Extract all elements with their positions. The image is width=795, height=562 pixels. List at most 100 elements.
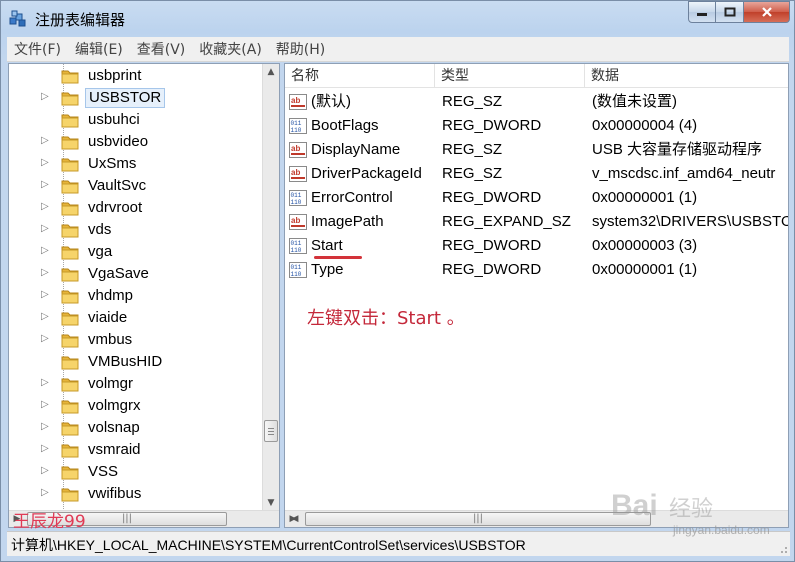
folder-icon <box>61 376 79 392</box>
tree-item[interactable]: ▷ USBSTOR <box>9 87 259 109</box>
tree-item-label: usbuhci <box>88 111 140 128</box>
expand-arrow-icon[interactable]: ▷ <box>41 399 49 410</box>
svg-text:011: 011 <box>291 240 302 247</box>
svg-text:011: 011 <box>291 192 302 199</box>
expand-arrow-icon[interactable]: ▷ <box>41 157 49 168</box>
tree-item[interactable]: ▷ vdrvroot <box>9 197 259 219</box>
value-row[interactable]: ab (默认) REG_SZ (数值未设置) <box>285 90 788 114</box>
svg-text:ab: ab <box>291 96 300 105</box>
expand-arrow-icon[interactable]: ▷ <box>41 201 49 212</box>
key-tree-pane[interactable]: usbprint ▷ USBSTOR usbuhci ▷ usbvideo ▷ UxSms ▷ V… <box>8 63 280 528</box>
baidu-watermark-url: jingyan.baidu.com <box>673 523 770 537</box>
minimize-button[interactable] <box>688 1 716 23</box>
scroll-up-arrow-icon[interactable]: ▲ <box>263 64 279 81</box>
tree-item[interactable]: ▷ UxSms <box>9 153 259 175</box>
expand-arrow-icon[interactable]: ▷ <box>41 289 49 300</box>
title-bar[interactable]: 注册表编辑器 <box>1 1 794 35</box>
folder-icon <box>61 90 79 106</box>
menu-favorites[interactable]: 收藏夹(A) <box>192 39 269 59</box>
tree-item-label: VMBusHID <box>88 353 163 370</box>
value-data: (数值未设置) <box>592 93 677 110</box>
folder-icon <box>61 288 79 304</box>
folder-icon <box>61 222 79 238</box>
scroll-right-arrow-icon[interactable]: ▶ <box>285 511 301 527</box>
expand-arrow-icon[interactable]: ▷ <box>41 465 49 476</box>
value-name: (默认) <box>311 93 351 110</box>
tree-item[interactable]: ▷ vhdmp <box>9 285 259 307</box>
tree-item[interactable]: ▷ vds <box>9 219 259 241</box>
tree-item[interactable]: ▷ volmgr <box>9 373 259 395</box>
value-list-pane[interactable]: 名称 类型 数据 ab (默认) REG_SZ (数值未设置) 011 110 BootFl… <box>284 63 789 528</box>
tree-item[interactable]: usbprint <box>9 65 259 87</box>
expand-arrow-icon[interactable]: ▷ <box>41 421 49 432</box>
value-name: BootFlags <box>311 117 379 134</box>
tree-item[interactable]: ▷ usbvideo <box>9 131 259 153</box>
tree-item[interactable]: usbuhci <box>9 109 259 131</box>
close-button[interactable] <box>744 1 790 23</box>
expand-arrow-icon[interactable]: ▷ <box>41 179 49 190</box>
tree-item-label: UxSms <box>88 155 137 172</box>
value-row[interactable]: 011 110 Type REG_DWORD 0x00000001 (1) <box>285 258 788 282</box>
expand-arrow-icon[interactable]: ▷ <box>41 443 49 454</box>
grip-line <box>268 428 274 429</box>
string-value-icon: ab <box>289 142 307 158</box>
value-name: ImagePath <box>311 213 384 230</box>
menu-file[interactable]: 文件(F) <box>7 39 68 59</box>
regedit-window: 注册表编辑器 文件(F) 编辑(E) 查看(V) 收藏夹(A) 帮助(H) us… <box>0 0 795 562</box>
list-horizontal-scroll-thumb[interactable]: ||| <box>305 512 651 526</box>
value-row[interactable]: ab DisplayName REG_SZ USB 大容量存储驱动程序 <box>285 138 788 162</box>
expand-arrow-icon[interactable]: ▷ <box>41 91 49 102</box>
tree-item[interactable]: ▷ vsmraid <box>9 439 259 461</box>
author-watermark: 王辰龙99 <box>13 512 86 532</box>
value-row[interactable]: 011 110 ErrorControl REG_DWORD 0x00000001 (1… <box>285 186 788 210</box>
tree-item-label: vmbus <box>88 331 133 348</box>
binary-value-icon: 011 110 <box>289 190 307 206</box>
expand-arrow-icon[interactable]: ▷ <box>41 223 49 234</box>
menu-edit[interactable]: 编辑(E) <box>68 39 130 59</box>
expand-arrow-icon[interactable]: ▷ <box>41 135 49 146</box>
tree-item[interactable]: VMBusHID <box>9 351 259 373</box>
menu-help[interactable]: 帮助(H) <box>269 39 332 59</box>
window-controls <box>688 1 790 23</box>
column-header-name[interactable]: 名称 <box>285 64 435 88</box>
svg-text:ab: ab <box>291 168 300 177</box>
expand-arrow-icon[interactable]: ▷ <box>41 377 49 388</box>
svg-text:ab: ab <box>291 144 300 153</box>
tree-vertical-scroll-thumb[interactable] <box>264 420 278 442</box>
maximize-button[interactable] <box>716 1 744 23</box>
tree-item[interactable]: ▷ viaide <box>9 307 259 329</box>
expand-arrow-icon[interactable]: ▷ <box>41 487 49 498</box>
tree-item[interactable]: ▷ volmgrx <box>9 395 259 417</box>
folder-icon <box>61 442 79 458</box>
value-type: REG_DWORD <box>442 237 542 254</box>
tree-vertical-scrollbar[interactable]: ▲ ▼ <box>262 64 279 512</box>
tree-item[interactable]: ▷ volsnap <box>9 417 259 439</box>
folder-icon <box>61 398 79 414</box>
expand-arrow-icon[interactable]: ▷ <box>41 311 49 322</box>
folder-icon <box>61 134 79 150</box>
tree-item[interactable]: ▷ vmbus <box>9 329 259 351</box>
expand-arrow-icon[interactable]: ▷ <box>41 245 49 256</box>
column-header-data[interactable]: 数据 <box>585 64 788 88</box>
column-header-type[interactable]: 类型 <box>435 64 585 88</box>
value-row[interactable]: 011 110 BootFlags REG_DWORD 0x00000004 (4) <box>285 114 788 138</box>
svg-text:110: 110 <box>291 199 302 206</box>
tree-item[interactable]: ▷ VgaSave <box>9 263 259 285</box>
value-row[interactable]: ab DriverPackageId REG_SZ v_mscdsc.inf_amd6… <box>285 162 788 186</box>
value-row[interactable]: 011 110 Start REG_DWORD 0x00000003 (3) <box>285 234 788 259</box>
tree-item-label: volsnap <box>88 419 140 436</box>
tree-item[interactable]: ▷ VaultSvc <box>9 175 259 197</box>
menu-view[interactable]: 查看(V) <box>130 39 193 59</box>
expand-arrow-icon[interactable]: ▷ <box>41 333 49 344</box>
grip-line <box>268 431 274 432</box>
tree-item[interactable]: ▷ vga <box>9 241 259 263</box>
tree-item[interactable]: ▷ VSS <box>9 461 259 483</box>
tree-item-label: usbprint <box>88 67 142 84</box>
expand-arrow-icon[interactable]: ▷ <box>41 267 49 278</box>
regedit-app-icon <box>9 10 26 27</box>
value-row[interactable]: ab ImagePath REG_EXPAND_SZ system32\DRIVERS… <box>285 210 788 234</box>
tree-item[interactable]: ▷ vwifibus <box>9 483 259 505</box>
folder-icon <box>61 486 79 502</box>
value-type: REG_DWORD <box>442 261 542 278</box>
resize-grip-icon[interactable] <box>776 542 788 554</box>
